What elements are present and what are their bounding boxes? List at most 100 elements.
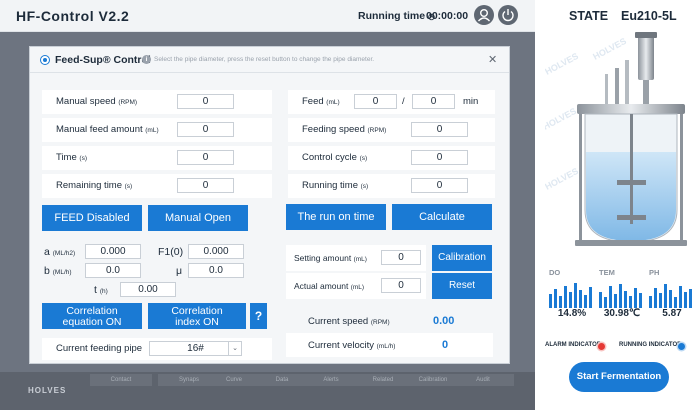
remaining-time-input[interactable]: 0 (177, 178, 234, 193)
feeding-pipe-value: 16# (187, 343, 204, 354)
feeding-pipe-select[interactable]: 16# ⌄ (149, 341, 242, 356)
actual-amount-label: Actual amount (294, 281, 349, 291)
setting-amount-input[interactable]: 0 (381, 250, 421, 265)
dialog-title: Feed-Sup® Control (55, 54, 151, 66)
f1-input[interactable]: 0.000 (188, 244, 244, 259)
current-speed-unit: (RPM) (370, 319, 390, 326)
current-velocity-row: Current velocity (mL/h) 0 (286, 333, 493, 357)
manual-feed-amount-input[interactable]: 0 (177, 122, 234, 137)
current-velocity-value: 0 (442, 339, 449, 351)
top-header: HF-Control V2.2 Running time ◷ 00:00:00 (0, 0, 535, 32)
manual-open-button[interactable]: Manual Open (148, 205, 248, 231)
coeff-b-input[interactable]: 0.0 (85, 263, 141, 278)
current-speed-label: Current speed (308, 316, 369, 327)
metric-tem: TEM 30.98℃ (597, 268, 647, 323)
start-fermentation-button[interactable]: Start Fermentation (569, 362, 669, 392)
alarm-indicator-light (598, 343, 605, 350)
running-indicator-light (678, 343, 685, 350)
actual-amount-row: Actual amount (mL) 0 (286, 273, 426, 299)
manual-speed-input[interactable]: 0 (177, 94, 234, 109)
correlation-equation-button[interactable]: Correlation equation ON (42, 303, 142, 329)
state-label: STATE (569, 9, 609, 23)
tab-audit[interactable]: Audit (452, 374, 514, 386)
dialog-hint: Select the pipe diameter, press the rese… (154, 56, 375, 63)
app-window: HF-Control V2.2 Running time ◷ 00:00:00 … (0, 0, 700, 410)
info-icon: i (142, 55, 151, 64)
time-unit: (s) (79, 155, 87, 162)
actual-amount-unit: (mL) (350, 284, 365, 291)
app-title: HF-Control V2.2 (16, 8, 130, 24)
remaining-time-row: Remaining time (s) 0 (42, 174, 272, 198)
ph-sparkline (649, 284, 692, 308)
control-cycle-row: Control cycle (s) 0 (288, 146, 495, 170)
running-time-label: Running time ◷ (358, 10, 435, 22)
feeding-speed-label: Feeding speed (302, 124, 365, 135)
feed-disabled-button[interactable]: FEED Disabled (42, 205, 142, 231)
f1-label: F1(0) (158, 246, 184, 258)
running-time-row: Running time (s) 0 (288, 174, 495, 198)
running-time-field-unit: (s) (360, 183, 369, 190)
dialog-header: Feed-Sup® Control i Select the pipe diam… (30, 47, 509, 73)
running-time-field-label: Running time (302, 180, 358, 191)
manual-feed-amount-row: Manual feed amount (mL) 0 (42, 118, 272, 142)
control-cycle-label: Control cycle (302, 152, 357, 163)
feeding-pipe-row: Current feeding pipe 16# ⌄ (42, 338, 272, 360)
help-button[interactable]: ? (250, 303, 267, 329)
power-icon (502, 9, 514, 22)
feeding-pipe-label: Current feeding pipe (56, 343, 143, 354)
setting-amount-row: Setting amount (mL) 0 (286, 245, 426, 271)
feed-amount-input[interactable]: 0 (354, 94, 397, 109)
user-button[interactable] (474, 5, 494, 25)
coeff-a-input[interactable]: 0.000 (85, 244, 141, 259)
current-velocity-label: Current velocity (308, 340, 374, 351)
manual-feed-amount-unit: (mL) (145, 127, 159, 134)
coeff-t-input[interactable]: 0.00 (120, 282, 176, 297)
time-label: Time (56, 152, 77, 163)
manual-feed-amount-label: Manual feed amount (56, 124, 143, 135)
coeff-b-label: b (ML/h) (44, 265, 72, 277)
feed-label: Feed (302, 96, 324, 107)
calculate-button[interactable]: Calculate (392, 204, 492, 230)
running-time-input[interactable]: 0 (411, 178, 468, 193)
coeff-a-label: a (ML/h2) (44, 246, 76, 258)
feed-time-unit: min (463, 96, 479, 107)
feeding-speed-input[interactable]: 0 (411, 122, 468, 137)
feed-unit: (mL) (326, 99, 340, 106)
running-time-value: 00:00:00 (426, 10, 469, 22)
do-sparkline (549, 283, 592, 308)
indicator-row: ALARM INDICATOR RUNNING INDICATOR (535, 342, 700, 354)
power-button[interactable] (498, 5, 518, 25)
svg-text:HOLVES: HOLVES (545, 51, 580, 77)
manual-speed-label: Manual speed (56, 96, 116, 107)
chevron-down-icon[interactable]: ⌄ (228, 342, 241, 355)
metric-ph: PH 5.87 (647, 268, 697, 323)
run-on-time-button[interactable]: The run on time (286, 204, 386, 230)
close-icon[interactable]: ✕ (488, 53, 497, 66)
setting-amount-unit: (mL) (353, 256, 367, 263)
feed-row: Feed (mL) 0 / 0 min (288, 90, 495, 114)
correlation-index-button[interactable]: Correlation index ON (148, 303, 246, 329)
time-row: Time (s) 0 (42, 146, 272, 170)
tab-contact[interactable]: Contact (90, 374, 152, 386)
mu-label: μ (176, 265, 183, 277)
feeding-speed-row: Feeding speed (RPM) 0 (288, 118, 495, 142)
manual-speed-unit: (RPM) (118, 99, 138, 106)
control-cycle-unit: (s) (359, 155, 368, 162)
feed-separator: / (402, 96, 405, 107)
state-value: Eu210-5L (621, 9, 677, 23)
feed-time-input[interactable]: 0 (412, 94, 455, 109)
control-cycle-input[interactable]: 0 (411, 150, 468, 165)
dialog-radio[interactable] (40, 55, 50, 65)
status-panel: STATE Eu210-5L HOLVES HOLVES HOLVES HOLV… (535, 0, 700, 410)
mu-input[interactable]: 0.0 (188, 263, 244, 278)
current-velocity-unit: (mL/h) (376, 343, 396, 350)
svg-text:HOLVES: HOLVES (545, 166, 580, 192)
setting-amount-label: Setting amount (294, 253, 352, 263)
time-input[interactable]: 0 (177, 150, 234, 165)
remaining-time-label: Remaining time (56, 180, 122, 191)
running-indicator-label: RUNNING INDICATOR (619, 342, 682, 348)
coeff-t-label: t (h) (94, 284, 108, 296)
calibration-button[interactable]: Calibration (432, 245, 492, 271)
reset-button[interactable]: Reset (432, 273, 492, 299)
actual-amount-input[interactable]: 0 (381, 278, 421, 293)
